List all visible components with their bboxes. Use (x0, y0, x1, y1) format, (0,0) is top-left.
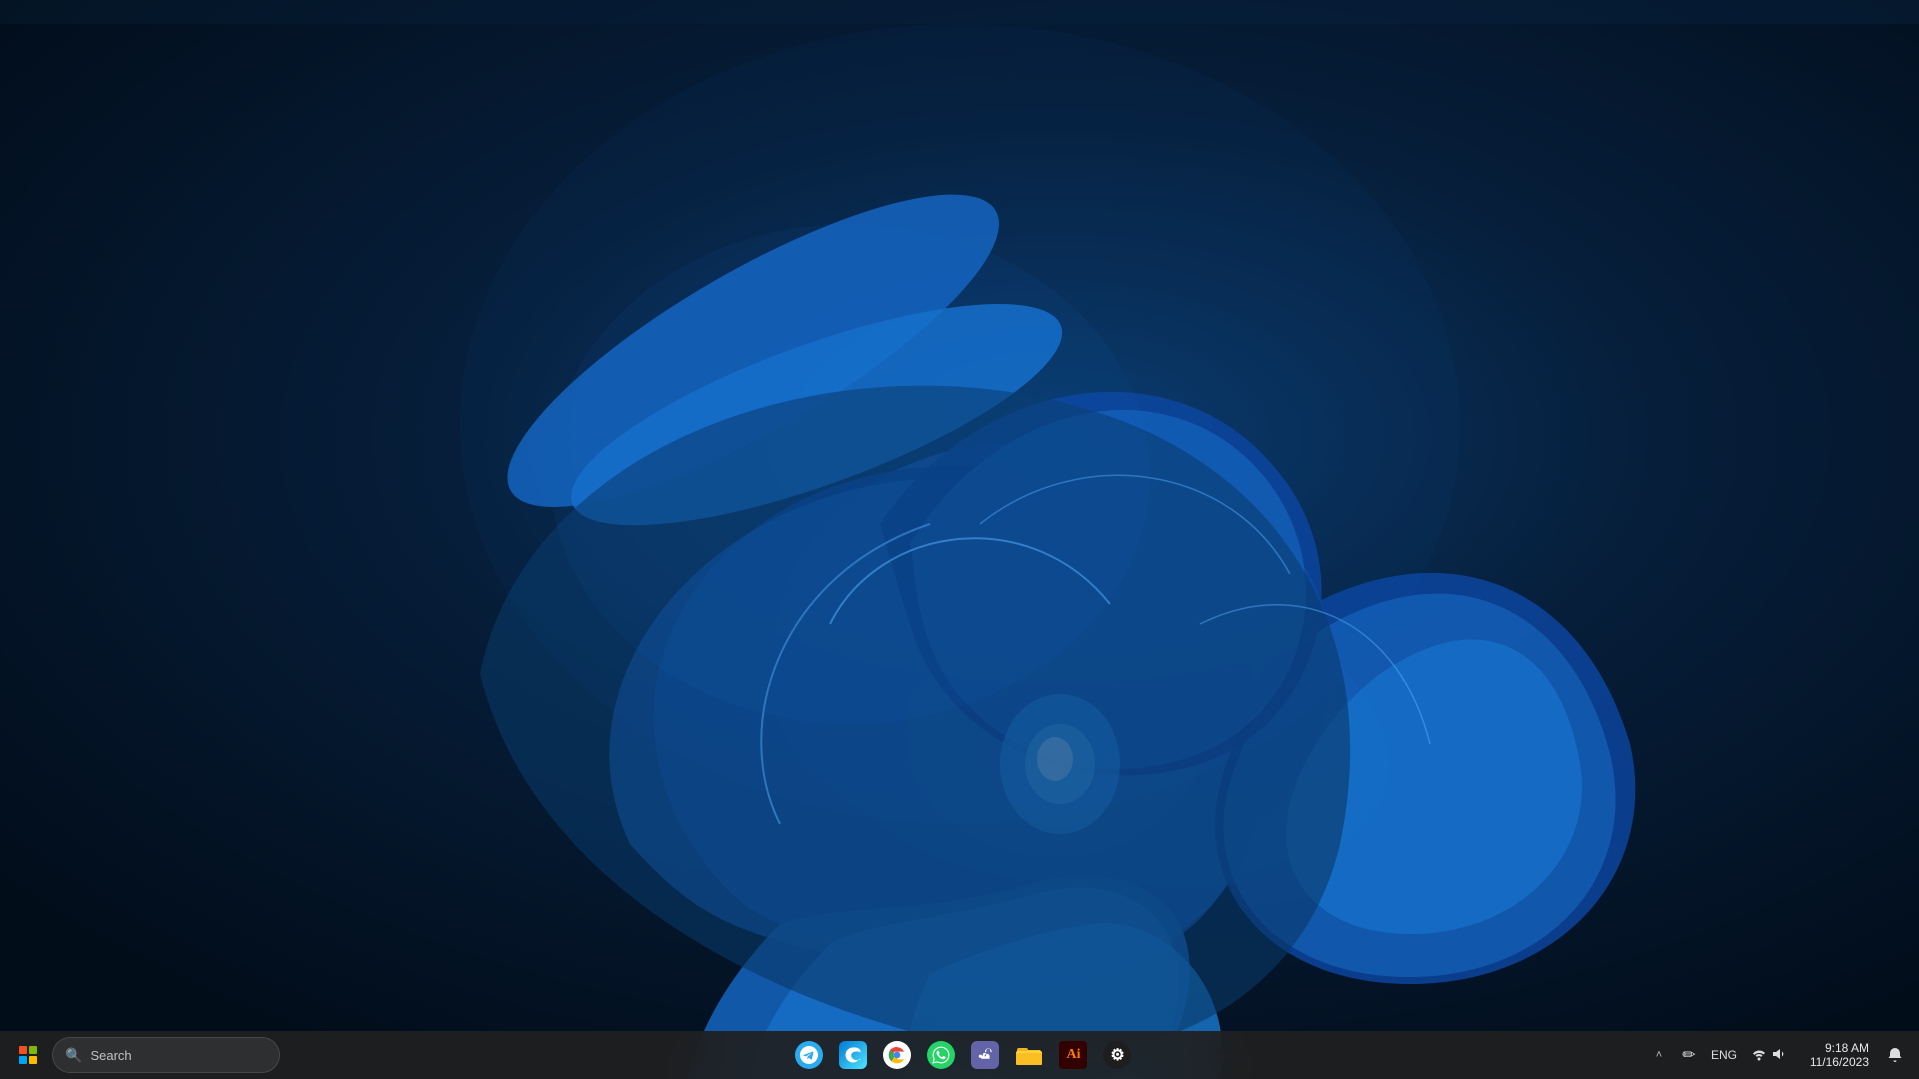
taskbar-app-settings[interactable]: ⚙ (1097, 1035, 1137, 1075)
taskbar-app-whatsapp[interactable] (921, 1035, 961, 1075)
taskbar-app-telegram[interactable] (789, 1035, 829, 1075)
notification-button[interactable] (1879, 1035, 1911, 1075)
wifi-icon (1751, 1047, 1767, 1064)
taskbar-app-file-explorer[interactable] (1009, 1035, 1049, 1075)
pen-icon-button[interactable]: ✏ (1673, 1035, 1705, 1075)
bell-icon (1887, 1047, 1903, 1063)
wallpaper (0, 0, 1919, 1079)
volume-icon (1771, 1047, 1787, 1064)
clock-date: 11/16/2023 (1810, 1055, 1869, 1069)
clock-time: 9:18 AM (1825, 1041, 1869, 1055)
search-icon: 🔍 (65, 1047, 82, 1064)
pen-icon: ✏ (1682, 1045, 1695, 1065)
taskbar-apps: Ai ⚙ (284, 1035, 1643, 1075)
start-button[interactable] (8, 1035, 48, 1075)
taskbar-app-chrome[interactable] (877, 1035, 917, 1075)
windows-logo-icon (19, 1046, 37, 1064)
tray-icons-group[interactable] (1743, 1035, 1795, 1075)
chevron-up-icon: ˄ (1656, 1049, 1662, 1061)
taskbar-app-edge[interactable] (833, 1035, 873, 1075)
show-hidden-icons-button[interactable]: ˄ (1647, 1035, 1671, 1075)
desktop: 🔍 Search (0, 0, 1919, 1079)
system-tray: ˄ ✏ ENG (1647, 1035, 1911, 1075)
search-bar[interactable]: 🔍 Search (52, 1037, 280, 1073)
language-indicator[interactable]: ENG (1707, 1035, 1741, 1075)
language-text: ENG (1711, 1048, 1737, 1062)
clock-area[interactable]: 9:18 AM 11/16/2023 (1797, 1035, 1877, 1075)
taskbar-app-illustrator[interactable]: Ai (1053, 1035, 1093, 1075)
taskbar-app-teams[interactable] (965, 1035, 1005, 1075)
taskbar: 🔍 Search (0, 1031, 1919, 1079)
search-label: Search (90, 1048, 131, 1063)
